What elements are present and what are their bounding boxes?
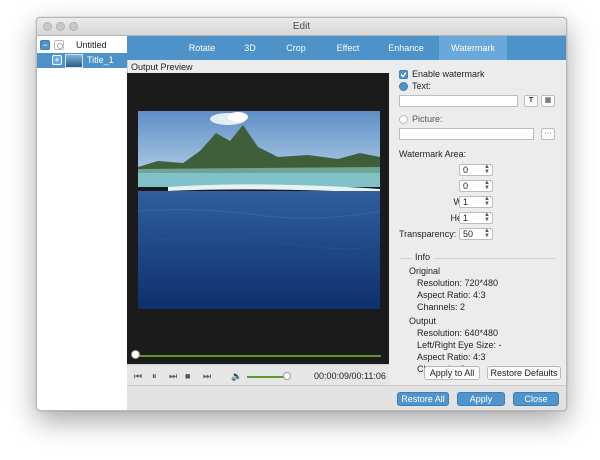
time-readout: 00:00:09/00:11:06 <box>314 371 386 381</box>
tree-item-project[interactable]: − Untitled <box>37 38 127 52</box>
fast-forward-icon[interactable]: ⏭ <box>169 371 177 382</box>
expand-icon[interactable]: + <box>52 55 62 65</box>
output-aspect-ratio: Aspect Ratio: 4:3 <box>417 352 486 362</box>
transparency-label: Transparency: <box>399 229 457 239</box>
width-stepper[interactable]: 1 ▲ ▼ <box>459 196 493 208</box>
tree-item-title[interactable]: + Title_1 <box>37 53 127 68</box>
video-preview <box>127 73 389 380</box>
height-stepper[interactable]: 1 ▲ ▼ <box>459 212 493 224</box>
watermark-text-field[interactable] <box>399 95 518 107</box>
original-resolution: Resolution: 720*480 <box>417 278 499 288</box>
tab-rotate[interactable]: Rotate <box>177 36 227 60</box>
tab-effect[interactable]: Effect <box>323 36 373 60</box>
output-heading: Output <box>409 316 437 326</box>
close-button[interactable]: Close <box>513 392 559 406</box>
output-resolution: Resolution: 640*480 <box>417 328 499 338</box>
enable-watermark-checkbox[interactable] <box>399 70 408 79</box>
apply-button[interactable]: Apply <box>457 392 505 406</box>
height-value: 1 <box>463 213 469 223</box>
stepper-arrows-icon[interactable]: ▲ ▼ <box>484 196 490 207</box>
watermark-area-label: Watermark Area: <box>399 149 467 159</box>
info-divider <box>434 258 556 259</box>
picture-path-field[interactable] <box>399 128 534 140</box>
title-thumbnail <box>65 54 83 68</box>
video-frame <box>138 111 380 309</box>
pause-icon[interactable]: ⏸ <box>152 371 157 382</box>
info-divider <box>399 258 412 259</box>
picture-radio-label: Picture: <box>412 114 443 124</box>
title-bar: Edit <box>37 18 566 36</box>
sidebar: − Untitled + Title_1 <box>37 36 128 410</box>
tab-enhance[interactable]: Enhance <box>377 36 435 60</box>
width-value: 1 <box>463 197 469 207</box>
edit-window: Edit − Untitled + Title_1 Rotate 3D Crop… <box>36 17 567 411</box>
stepper-arrows-icon[interactable]: ▲ ▼ <box>484 180 490 191</box>
volume-slider[interactable] <box>247 376 287 378</box>
top-value: 0 <box>463 181 469 191</box>
footer-bar: Restore All Apply Close <box>127 385 566 410</box>
watermark-panel: Enable watermark Text: T ▦ Picture: ··· … <box>389 60 566 385</box>
output-eye-size: Left/Right Eye Size: - <box>417 340 502 350</box>
text-radio-label: Text: <box>412 81 432 91</box>
next-frame-icon[interactable]: ⏭ <box>203 371 211 382</box>
stop-icon[interactable]: ■ <box>185 371 190 381</box>
original-aspect-ratio: Aspect Ratio: 4:3 <box>417 290 486 300</box>
collapse-icon[interactable]: − <box>40 40 50 50</box>
stepper-arrows-icon[interactable]: ▲ ▼ <box>484 164 490 175</box>
apply-to-all-button[interactable]: Apply to All <box>424 366 480 380</box>
output-preview-label: Output Preview <box>131 62 193 72</box>
seek-bar[interactable] <box>135 355 381 357</box>
tab-3d[interactable]: 3D <box>230 36 270 60</box>
title-label: Title_1 <box>87 55 114 65</box>
text-font-button[interactable]: T <box>524 95 538 107</box>
restore-defaults-button[interactable]: Restore Defaults <box>487 366 561 380</box>
tab-crop[interactable]: Crop <box>273 36 319 60</box>
browse-picture-button[interactable]: ··· <box>541 128 555 140</box>
seek-handle[interactable] <box>131 350 140 359</box>
info-title: Info <box>415 252 431 262</box>
window-title: Edit <box>292 21 311 32</box>
transparency-stepper[interactable]: 50 ▲ ▼ <box>459 228 493 240</box>
original-channels: Channels: 2 <box>417 302 466 312</box>
tab-bar: Rotate 3D Crop Effect Enhance Watermark <box>127 36 566 60</box>
left-value: 0 <box>463 165 469 175</box>
restore-all-button[interactable]: Restore All <box>397 392 449 406</box>
previous-frame-icon[interactable]: ⏮ <box>134 371 142 382</box>
original-heading: Original <box>409 266 441 276</box>
project-label: Untitled <box>76 40 107 50</box>
text-color-icon[interactable]: ▦ <box>541 95 555 107</box>
text-radio[interactable] <box>399 82 408 91</box>
enable-watermark-label: Enable watermark <box>412 69 485 79</box>
transparency-value: 50 <box>463 229 474 239</box>
volume-icon[interactable]: 🔈 <box>231 371 242 382</box>
picture-radio[interactable] <box>399 115 408 124</box>
checkbox-icon[interactable] <box>54 40 64 50</box>
top-stepper[interactable]: 0 ▲ ▼ <box>459 180 493 192</box>
stepper-arrows-icon[interactable]: ▲ ▼ <box>484 212 490 223</box>
stepper-arrows-icon[interactable]: ▲ ▼ <box>484 228 490 239</box>
left-stepper[interactable]: 0 ▲ ▼ <box>459 164 493 176</box>
volume-handle[interactable] <box>283 372 291 380</box>
tab-watermark[interactable]: Watermark <box>439 36 507 60</box>
